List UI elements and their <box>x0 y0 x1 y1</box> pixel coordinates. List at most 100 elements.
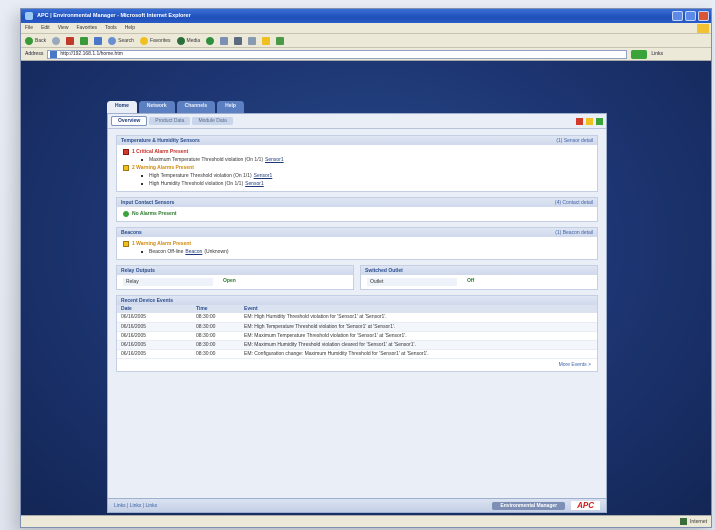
edit-icon[interactable] <box>248 36 257 45</box>
critical-detail: Maximum Temperature Threshold violation … <box>123 156 591 164</box>
back-arrow-icon <box>25 36 33 45</box>
footer-links[interactable]: Links | Links | Links <box>114 503 157 509</box>
event-text: EM: Configuration change: Maximum Humidi… <box>240 349 597 359</box>
critical-status-icon[interactable] <box>576 117 583 125</box>
status-icons <box>576 117 603 125</box>
menu-file[interactable]: File <box>25 25 33 31</box>
event-text: EM: Maximum Humidity Threshold violation… <box>240 340 597 350</box>
switched-outlet-row: Outlet Off <box>361 275 597 289</box>
table-row: 06/16/2005 08:30:00 EM: Maximum Temperat… <box>117 331 597 341</box>
event-time: 08:30:00 <box>192 349 240 359</box>
product-name: Environmental Manager <box>492 501 566 510</box>
menu-tools[interactable]: Tools <box>105 25 117 31</box>
temp-humidity-box: Temperature & Humidity Sensors (1) Senso… <box>116 135 598 192</box>
beacon-detail: Beacon Off-line Beacon (Unknown) <box>123 248 591 256</box>
critical-detail-link[interactable]: Sensor1 <box>265 157 284 163</box>
toolbar: Back Search Favorites Media <box>21 34 711 48</box>
address-input[interactable]: http://192.168.1.1/home.htm <box>47 49 628 59</box>
event-time: 08:30:00 <box>192 340 240 350</box>
globe-icon <box>680 518 688 525</box>
go-button[interactable] <box>631 49 648 59</box>
page-icon <box>50 50 58 58</box>
ok-status-icon[interactable] <box>596 117 603 125</box>
ok-alarm-text: No Alarms Present <box>132 211 177 217</box>
folder-icon[interactable] <box>262 36 271 45</box>
tab-network[interactable]: Network <box>138 101 175 113</box>
search-button[interactable]: Search <box>108 36 134 45</box>
media-label: Media <box>186 37 201 44</box>
content-area: Temperature & Humidity Sensors (1) Senso… <box>108 129 606 383</box>
more-events-link[interactable]: More Events > <box>117 359 597 371</box>
contact-detail-link[interactable]: (4) Contact detail <box>555 200 593 206</box>
refresh-icon[interactable] <box>80 36 89 45</box>
relay-row: Relay Open <box>117 275 353 289</box>
beacon-detail-link[interactable]: (1) Beacon detail <box>555 230 593 236</box>
history-icon[interactable] <box>206 36 215 45</box>
menu-bar: File Edit View Favorites Tools Help <box>21 23 711 34</box>
maximize-button[interactable] <box>685 11 696 21</box>
window-title: APC | Environmental Manager - Microsoft … <box>37 13 191 19</box>
favorites-label: Favorites <box>149 37 171 44</box>
forward-arrow-icon[interactable] <box>52 36 61 45</box>
menu-view[interactable]: View <box>58 25 69 31</box>
beacon-link[interactable]: Beacon <box>185 249 202 255</box>
tab-channels[interactable]: Channels <box>176 101 216 113</box>
tab-help[interactable]: Help <box>217 101 244 113</box>
search-icon <box>108 36 117 45</box>
warning-detail-link[interactable]: Sensor1 <box>245 181 264 187</box>
switched-outlet-title: Switched Outlet <box>365 267 403 274</box>
warning-detail-link[interactable]: Sensor1 <box>254 173 273 179</box>
beacon-warning-text: 1 Warning Alarm Present <box>132 241 192 247</box>
beacons-body: 1 Warning Alarm Present Beacon Off-line … <box>117 237 597 259</box>
relay-box: Relay Outputs Relay Open <box>116 265 354 290</box>
subtab-product-data[interactable]: Product Data <box>149 117 191 125</box>
menu-edit[interactable]: Edit <box>41 25 50 31</box>
menu-help[interactable]: Help <box>125 25 135 31</box>
warning-alarm-icon <box>123 241 129 247</box>
subtab-overview[interactable]: Overview <box>111 116 148 126</box>
event-time: 08:30:00 <box>192 313 240 323</box>
print-icon[interactable] <box>234 36 243 45</box>
menu-favorites[interactable]: Favorites <box>76 25 97 31</box>
warning-status-icon[interactable] <box>586 117 593 125</box>
title-bar: APC | Environmental Manager - Microsoft … <box>21 9 711 23</box>
close-button[interactable] <box>698 11 709 21</box>
sub-tabs: Overview Product Data Module Data <box>108 114 606 129</box>
sensor-detail-link[interactable]: (1) Sensor detail <box>556 138 593 144</box>
date-column-header: Date <box>117 305 192 313</box>
event-date: 06/16/2005 <box>117 313 192 323</box>
events-header-row: Date Time Event <box>117 305 597 313</box>
status-bar: Internet <box>21 515 711 527</box>
security-zone: Internet <box>680 518 707 525</box>
event-text: EM: High Humidity Threshold violation fo… <box>240 313 597 323</box>
relay-value: Open <box>223 278 236 284</box>
bullet-icon <box>141 159 143 161</box>
messenger-icon[interactable] <box>276 36 285 45</box>
page-viewport: Home Network Channels Help Overview Prod… <box>21 61 711 517</box>
subtab-module-data[interactable]: Module Data <box>192 117 233 125</box>
links-label[interactable]: Links <box>651 51 663 57</box>
home-icon[interactable] <box>94 36 103 45</box>
browser-window: APC | Environmental Manager - Microsoft … <box>20 8 712 528</box>
media-button[interactable]: Media <box>176 36 201 45</box>
media-icon <box>176 36 185 45</box>
table-row: 06/16/2005 08:30:00 EM: High Temperature… <box>117 322 597 332</box>
warning-alarm-text: 2 Warning Alarms Present <box>132 165 194 171</box>
star-icon <box>139 36 148 45</box>
bullet-icon <box>141 175 143 177</box>
minimize-button[interactable] <box>672 11 683 21</box>
relay-header: Relay Outputs <box>117 266 353 275</box>
ok-alarm-row: No Alarms Present <box>123 210 591 218</box>
temp-humidity-title: Temperature & Humidity Sensors <box>121 137 200 144</box>
favorites-button[interactable]: Favorites <box>139 36 171 45</box>
bullet-icon <box>141 251 143 253</box>
table-row: 06/16/2005 08:30:00 EM: High Humidity Th… <box>117 313 597 323</box>
mail-icon[interactable] <box>220 36 229 45</box>
tab-home[interactable]: Home <box>107 101 137 113</box>
critical-detail-text: Maximum Temperature Threshold violation … <box>149 157 264 163</box>
events-table: Date Time Event 06/16/2005 08:30:00 EM: … <box>117 305 597 359</box>
critical-alarm-row: 1 Critical Alarm Present <box>123 148 591 156</box>
event-column-header: Event <box>240 305 597 313</box>
back-button[interactable]: Back <box>25 36 46 45</box>
stop-icon[interactable] <box>66 36 75 45</box>
